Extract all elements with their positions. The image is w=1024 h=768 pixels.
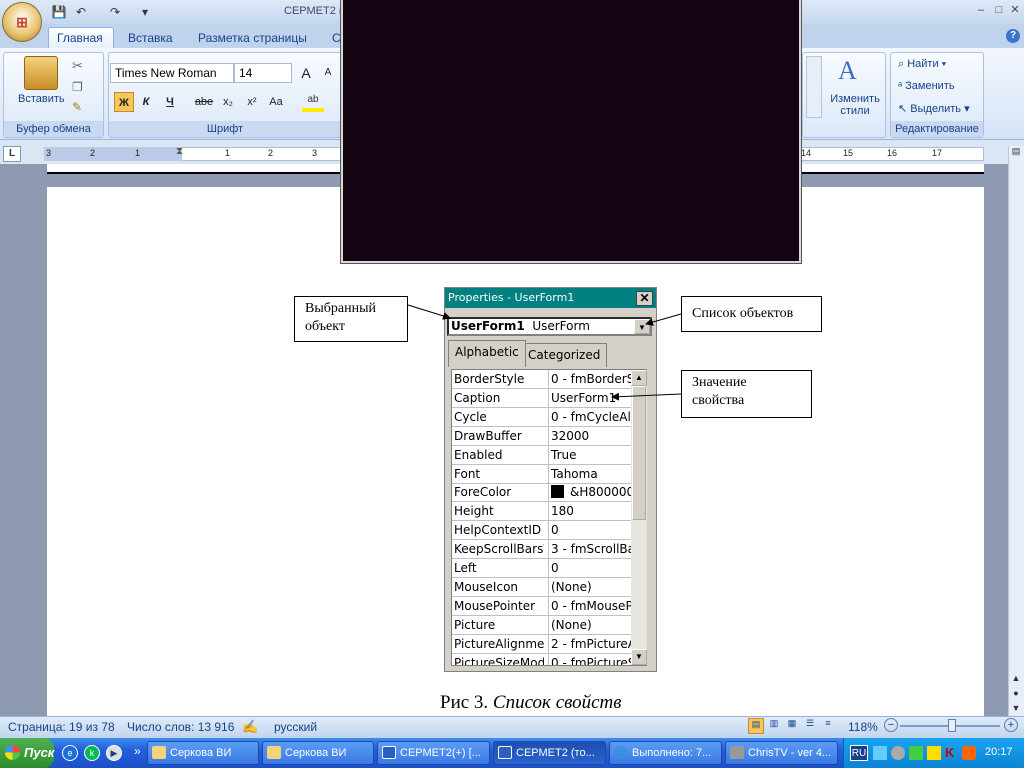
messenger-quicklaunch-icon[interactable]: k xyxy=(84,745,100,761)
status-language[interactable]: русский xyxy=(274,720,317,734)
proofing-icon[interactable]: ✍ xyxy=(242,719,258,735)
quicklaunch-more-icon[interactable]: » xyxy=(134,744,141,758)
office-button[interactable]: ⊞ xyxy=(2,2,42,42)
tv-icon xyxy=(730,746,744,759)
word-doc-icon xyxy=(382,746,396,759)
folder-icon xyxy=(152,746,166,759)
office-logo-icon: ⊞ xyxy=(16,13,28,30)
taskbar-item-label: Серкова ВИ xyxy=(170,747,232,759)
folder-icon xyxy=(267,746,281,759)
tab-alphabetic[interactable]: Alphabetic xyxy=(448,340,526,367)
outline-icon[interactable]: ☰ xyxy=(802,718,818,734)
browser-icon xyxy=(614,746,628,759)
web-layout-icon[interactable]: ▦ xyxy=(784,718,800,734)
zoom-level[interactable]: 118% xyxy=(848,720,878,734)
media-quicklaunch-icon[interactable]: ▶ xyxy=(106,745,122,761)
settings-tray-icon[interactable] xyxy=(891,746,905,760)
callout-arrows xyxy=(407,304,682,401)
taskbar-item[interactable]: СЕРМЕТ2(+) [... xyxy=(377,741,490,765)
taskbar-item-label: ChrisTV - ver 4... xyxy=(748,747,832,759)
browser-quicklaunch-icon[interactable]: e xyxy=(62,745,78,761)
taskbar-item[interactable]: Серкова ВИ xyxy=(262,741,374,765)
network-tray-icon[interactable] xyxy=(873,746,887,760)
caption-prefix: Рис 3. xyxy=(440,692,489,713)
taskbar-item-active[interactable]: СЕРМЕТ2 (то... xyxy=(493,741,606,765)
taskbar-item-label: Серкова ВИ xyxy=(285,747,347,759)
word-doc-icon xyxy=(498,746,512,759)
full-screen-icon[interactable]: ▥ xyxy=(766,718,782,734)
zoom-slider-thumb[interactable] xyxy=(948,719,956,732)
taskbar-item[interactable]: Серкова ВИ xyxy=(147,741,259,765)
print-layout-icon[interactable]: ▤ xyxy=(748,718,764,734)
taskbar-item-label: Выполнено: 7... xyxy=(632,747,712,759)
taskbar-item[interactable]: ChrisTV - ver 4... xyxy=(725,741,838,765)
figure-caption: Рис 3. Список свойств xyxy=(440,692,622,714)
language-indicator[interactable]: RU xyxy=(850,745,868,761)
status-words[interactable]: Число слов: 13 916 xyxy=(127,720,234,734)
taskbar-item-label: СЕРМЕТ2 (то... xyxy=(516,747,595,759)
windows-logo-icon xyxy=(5,745,20,760)
taskbar-item[interactable]: Выполнено: 7... xyxy=(609,741,722,765)
draft-icon[interactable]: ≡ xyxy=(820,718,836,734)
clock: 20:17 xyxy=(985,746,1013,758)
caption-text: Список свойств xyxy=(492,692,622,713)
view-buttons: ▤ ▥ ▦ ☰ ≡ xyxy=(748,718,840,736)
antivirus-tray-icon[interactable]: K xyxy=(945,745,954,760)
app-tray-icon[interactable] xyxy=(962,746,976,760)
security-tray-icon[interactable] xyxy=(927,746,941,760)
update-tray-icon[interactable] xyxy=(909,746,923,760)
zoom-out-icon[interactable]: − xyxy=(884,718,898,732)
status-page[interactable]: Страница: 19 из 78 xyxy=(8,720,115,734)
taskbar-item-label: СЕРМЕТ2(+) [... xyxy=(400,747,481,759)
zoom-in-icon[interactable]: + xyxy=(1004,718,1018,732)
